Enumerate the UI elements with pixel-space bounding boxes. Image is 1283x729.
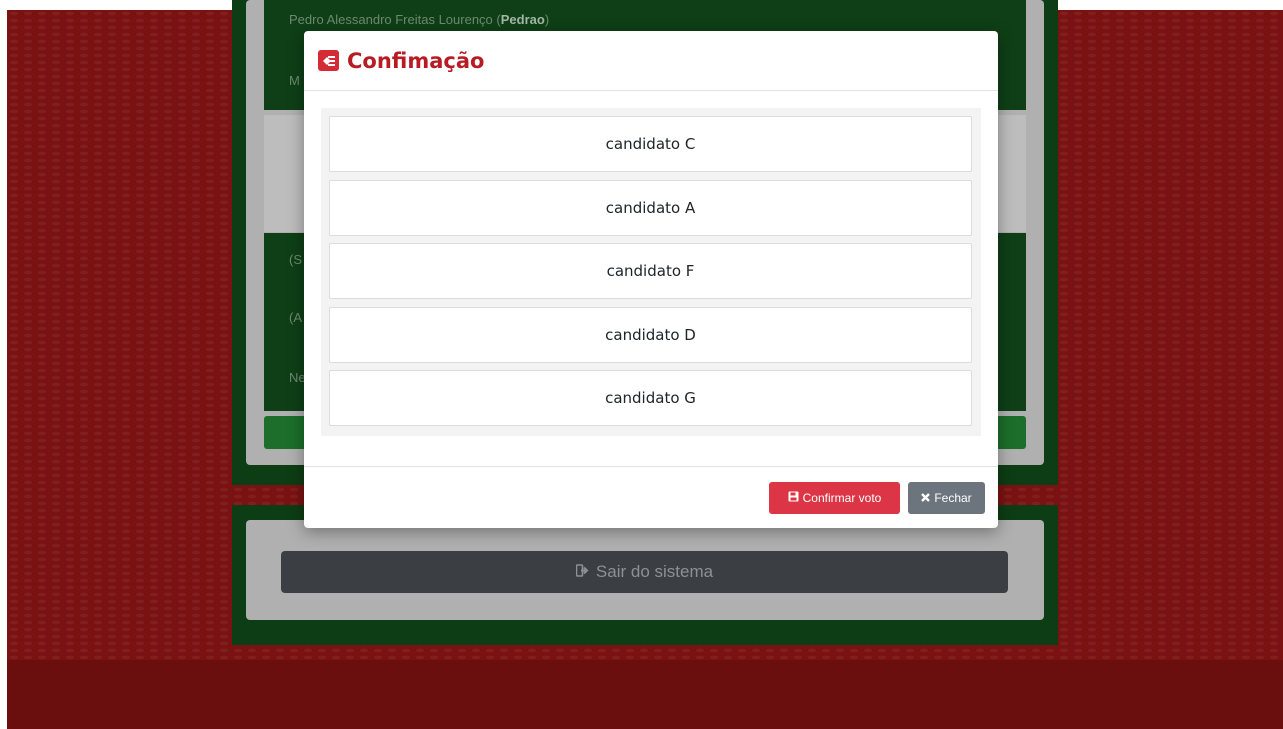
candidate-item[interactable]: candidato G <box>329 370 972 426</box>
row-fragment: M <box>289 73 300 88</box>
times-icon <box>921 491 931 505</box>
candidate-list: candidato C candidato A candidato F cand… <box>321 108 981 436</box>
candidate-item[interactable]: candidato A <box>329 180 972 236</box>
candidate-item[interactable]: candidato F <box>329 243 972 299</box>
candidate-item[interactable]: candidato C <box>329 116 972 172</box>
modal-title: Confimação <box>347 48 485 73</box>
logout-label: Sair do sistema <box>595 562 714 581</box>
confirmation-modal: Confimação candidato C candidato A candi… <box>304 31 998 528</box>
close-label: Fechar <box>934 491 972 505</box>
confirm-vote-button[interactable]: Confirmar voto <box>769 482 900 514</box>
logout-button[interactable]: Sair do sistema <box>281 551 1008 593</box>
confirm-vote-label: Confirmar voto <box>802 491 882 505</box>
row-fragment: (S <box>289 252 302 267</box>
close-button[interactable]: Fechar <box>908 482 985 514</box>
vote-hand-icon <box>318 50 339 71</box>
row-fragment: (A <box>289 310 302 325</box>
modal-header: Confimação <box>304 31 998 91</box>
sign-out-icon <box>575 562 590 582</box>
candidate-item[interactable]: candidato D <box>329 307 972 363</box>
save-icon <box>788 491 799 505</box>
modal-footer: Confirmar voto Fechar <box>304 466 998 529</box>
voter-name: Pedro Alessandro Freitas Lourenço (Pedra… <box>289 12 550 27</box>
